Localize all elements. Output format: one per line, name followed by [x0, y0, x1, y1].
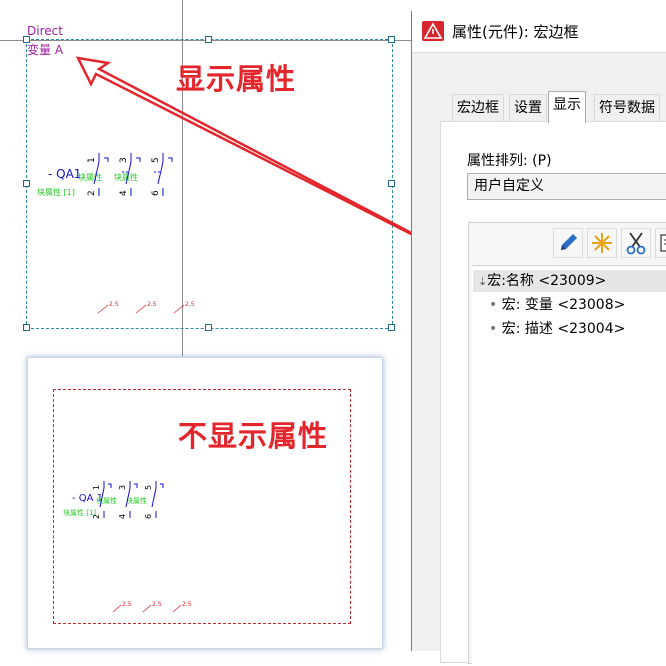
- attr-order-label: 属性排列: (P): [467, 153, 552, 169]
- svg-text:4: 4: [118, 514, 127, 519]
- bullet-icon: •: [489, 297, 498, 313]
- pencil-icon: [561, 234, 577, 250]
- svg-text:2.5: 2.5: [152, 601, 162, 608]
- list-item-text: 宏: 描述 <23004>: [501, 321, 626, 337]
- list-item-text: 宏:名称 <23009>: [487, 273, 607, 289]
- new-button[interactable]: [587, 228, 617, 258]
- svg-text:3: 3: [118, 485, 127, 490]
- switch-symbol-preview: 1 3 5 2 4 6: [92, 481, 164, 519]
- copy-button[interactable]: [655, 228, 666, 258]
- tab-settings[interactable]: 设置: [509, 94, 547, 121]
- properties-dialog: 属性(元件): 宏边框 宏边框 设置 显示 符号数据 属性排列: (P) 用户自…: [411, 11, 666, 666]
- copy-icon: [660, 234, 666, 252]
- macro-preview-panel: 不显示属性 - QA 1 块属性 块属性 块属性 [1] 1 3 5 2 4 6: [27, 357, 383, 649]
- tab-display[interactable]: 显示: [548, 91, 586, 123]
- tab-macro-frame[interactable]: 宏边框: [452, 94, 504, 121]
- annotation-hide-attributes: 不显示属性: [178, 419, 329, 453]
- list-item-macro-variant[interactable]: • 宏: 变量 <23008>: [489, 294, 625, 316]
- sort-icon: ⇣: [478, 275, 488, 288]
- bullet-icon: •: [489, 321, 498, 337]
- svg-text:5: 5: [144, 485, 153, 490]
- svg-text:1: 1: [92, 485, 101, 490]
- star-burst-icon: [592, 233, 612, 253]
- list-item-macro-name[interactable]: ⇣宏:名称 <23009>: [473, 270, 666, 292]
- svg-text:6: 6: [144, 514, 153, 519]
- wire-marks-preview: 2.5 2.5 2.5: [112, 601, 192, 613]
- app-warning-icon: [422, 21, 444, 41]
- list-item-text: 宏: 变量 <23008>: [501, 297, 626, 313]
- dialog-titlebar[interactable]: 属性(元件): 宏边框: [412, 11, 666, 53]
- list-item-macro-description[interactable]: • 宏: 描述 <23004>: [489, 318, 625, 340]
- svg-text:2: 2: [92, 514, 101, 519]
- dialog-title: 属性(元件): 宏边框: [452, 23, 579, 41]
- scissors-icon: [626, 232, 646, 255]
- edit-button[interactable]: [553, 228, 583, 258]
- attr-order-select[interactable]: 用户自定义: [467, 173, 666, 200]
- cut-button[interactable]: [621, 228, 651, 258]
- svg-text:2.5: 2.5: [122, 601, 132, 608]
- svg-text:2.5: 2.5: [182, 601, 192, 608]
- tab-symbol-data[interactable]: 符号数据: [594, 94, 660, 121]
